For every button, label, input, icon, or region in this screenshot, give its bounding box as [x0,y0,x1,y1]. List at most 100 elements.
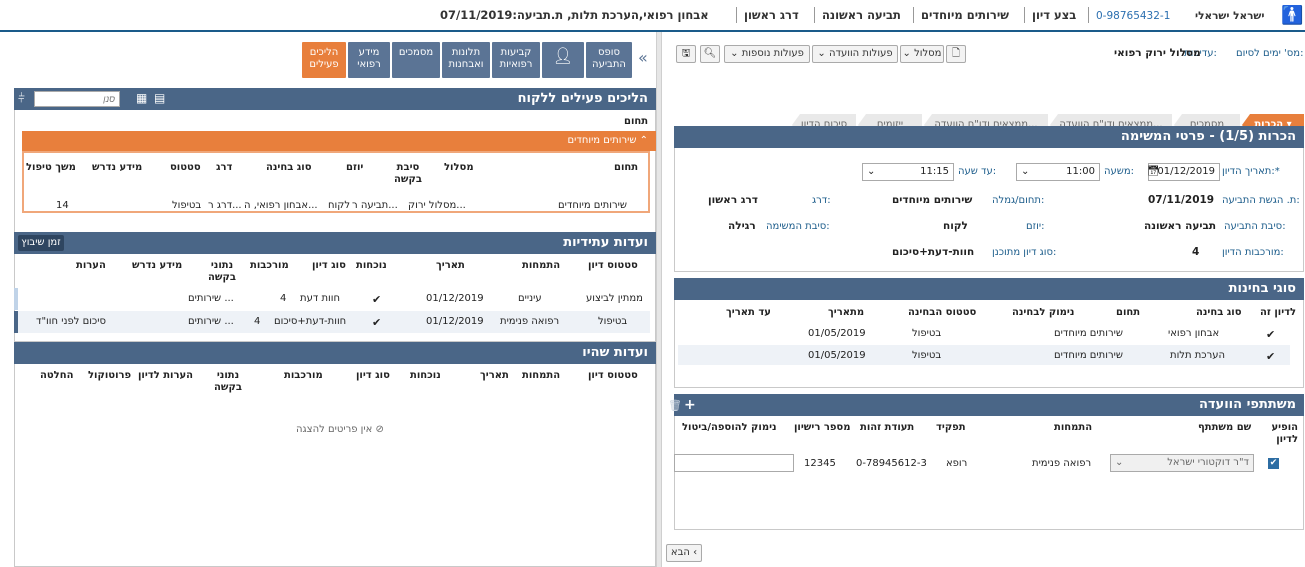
to-time-input[interactable]: 11:15 ⌄ [862,163,954,181]
committee-actions-button[interactable]: ⌄ פעולות הוועדה [812,45,898,63]
save-button[interactable]: 🖫︎ [676,45,696,63]
task-details-title: הכרות (1/5) - פרטי המשימה [674,126,1304,148]
collapse-icon[interactable]: « [638,48,648,67]
track-value: מסלול ירוק רפואי [1114,47,1201,59]
tile-complaints[interactable]: תלונות ואבחנות [442,42,490,78]
fu-row2-data: שירותים ... [188,316,234,327]
track-button[interactable]: ⌄ מסלול [900,45,944,63]
future-committees-title: ועדות עתידיות [14,232,656,254]
grid-settings-icon[interactable]: ▤ [154,91,165,105]
pa-hdr-date: תאריך [480,370,509,381]
topbar-item-domain: שירותים מיוחדים [921,8,1009,22]
topbar-item-rank: דרג ראשון [744,8,799,22]
hearing-date-label: תאריך הדיון:* [1222,166,1280,177]
participant-name-select[interactable]: ד"ר דוקטורי ישראל ⌄ [1110,454,1254,472]
fu-row2-notes: סיכום לפני חוו"ד [36,316,106,327]
next-button[interactable]: הבא ‹ [666,544,702,562]
tests-title: סוגי בחינות [674,278,1304,300]
appeared-checkbox[interactable]: ✔ [1268,458,1279,469]
ap-row-status: בטיפול [172,200,202,211]
trash-icon[interactable]: 🗑︎ [668,399,682,412]
tests-row1-domain: שירותים מיוחדים [1054,328,1123,339]
from-time-input[interactable]: 11:00 ⌄ [1016,163,1100,181]
fu-row2-status: בטיפול [598,316,628,327]
tile-active-procedures[interactable]: הליכים פעילים [302,42,346,78]
no-entry-icon: ⊘ [375,424,384,435]
domain-value: שירותים מיוחדים [892,194,973,206]
part-hdr-reason: נימוק להוספה/ביטול [682,422,777,433]
grid-icon[interactable]: ▦ [136,91,147,105]
filter-input[interactable] [34,91,120,107]
ap-hdr-info: מידע נדרש [92,162,143,173]
topbar-item-action: בצע דיון [1032,8,1077,22]
pa-hdr-complex: מורכבות [284,370,323,381]
part-hdr-name: שם משתתף [1198,422,1252,433]
case-pane: מס' ימים לסיום: עדיפות: מסלול ירוק רפואי… [662,32,1305,567]
hearing-date-input[interactable]: 01/12/2019 📅︎ [1147,163,1220,181]
tile-profile[interactable]: 👤︎ [542,42,584,78]
ap-row-rank: דרג ר... [208,200,242,211]
add-remove-reason-input[interactable] [674,454,794,472]
fu-hdr-notes: הערות [76,260,106,271]
add-icon[interactable]: + [684,397,696,413]
tile-medical-rulings[interactable]: קביעות רפואיות [492,42,540,78]
part-hdr-id: תעודת זהות [860,422,915,433]
ap-hdr-initiator: יוזם [346,162,364,173]
topbar-item-claim: תביעה ראשונה [822,8,901,22]
ap-hdr-reason: סיבת בקשה [394,162,422,185]
fu-row1-type: חוות דעת [300,293,341,304]
tests-row2-status: בטיפול [912,350,942,361]
ap-hdr-rank: דרג [216,162,233,173]
chevron-down-icon: ⌄ [817,48,826,59]
tests-hdr-reason: נימוק לבחינה [1012,307,1075,318]
pa-hdr-presence: נוכחות [410,370,441,381]
participant-role: רופא [946,458,968,469]
rank-value: דרג ראשון [708,194,758,206]
tests-row2-from: 01/05/2019 [808,350,866,361]
doc-button[interactable]: 🗋 [946,45,966,63]
tests-row1-from: 01/05/2019 [808,328,866,339]
check-icon[interactable]: ✔ [1266,350,1275,363]
tile-documents[interactable]: מסמכים [392,42,440,78]
fu-row2-spec: רפואה פנימית [500,316,560,327]
patient-name: ישראל ישראלי [1195,10,1265,22]
settings-icon[interactable]: ⫩ [18,91,25,106]
fu-row1-spec: עיניים [518,293,542,304]
top-bar: 🚹 ישראל ישראלי 0-98765432-1 בצע דיון שיר… [0,0,1305,32]
check-icon[interactable]: ✔ [1266,328,1275,341]
check-icon: ✔ [372,316,382,329]
calendar-icon: 📅︎ [1147,166,1160,177]
fu-hdr-info: מידע נדרש [132,260,183,271]
patient-id[interactable]: 0-98765432-1 [1096,10,1170,22]
save-icon: 🖫︎ [681,48,691,59]
fu-row1-status: ממתין לביצוע [586,293,643,304]
topbar-title: אבחון רפואי,הערכת תלות, ת.תביעה:07/11/20… [440,8,709,22]
domain-label: תחום/גמלה: [992,195,1045,206]
pa-hdr-status: סטטוס דיון [588,370,638,381]
ap-hdr-test: סוג בחינה [266,162,312,173]
schedule-time-button[interactable]: זמן שיבוץ [18,235,64,251]
chevron-down-icon: ⌄ [1115,457,1124,468]
ap-row-track: מסלול ירוק... [408,200,466,211]
tile-medical-info[interactable]: מידע רפואי [348,42,390,78]
search-button[interactable]: 🔍︎ [700,45,720,63]
ap-hdr-status: סטטוס [170,162,201,173]
group-row[interactable]: שירותים מיוחדים ⌃ [22,131,656,151]
tests-row2-type: הערכת תלות [1170,350,1226,361]
fu-hdr-spec: התמחות [522,260,561,271]
chevron-down-icon: ⌄ [902,48,911,59]
ap-hdr-domain: תחום [614,162,639,173]
more-actions-button[interactable]: ⌄ פעולות נוספות [724,45,810,63]
tile-claim-status[interactable]: סופס התביעה [586,42,632,78]
participant-specialty: רפואה פנימית [1032,458,1092,469]
pa-hdr-protocol: פרוטוקול [88,370,132,381]
past-committees-title: ועדות שהיו [14,342,656,364]
to-time-label: עד שעה: [958,166,997,177]
tests-hdr-from: מתאריך [828,307,865,318]
fu-row2-date: 01/12/2019 [426,316,484,327]
pa-hdr-spec: התמחות [522,370,561,381]
fu-hdr-type: סוג דיון [312,260,346,271]
pa-hdr-notes: הערות לדיון [138,370,194,381]
fu-row1-data: שירותים ... [188,293,234,304]
chevron-down-icon: ⌄ [730,48,739,59]
